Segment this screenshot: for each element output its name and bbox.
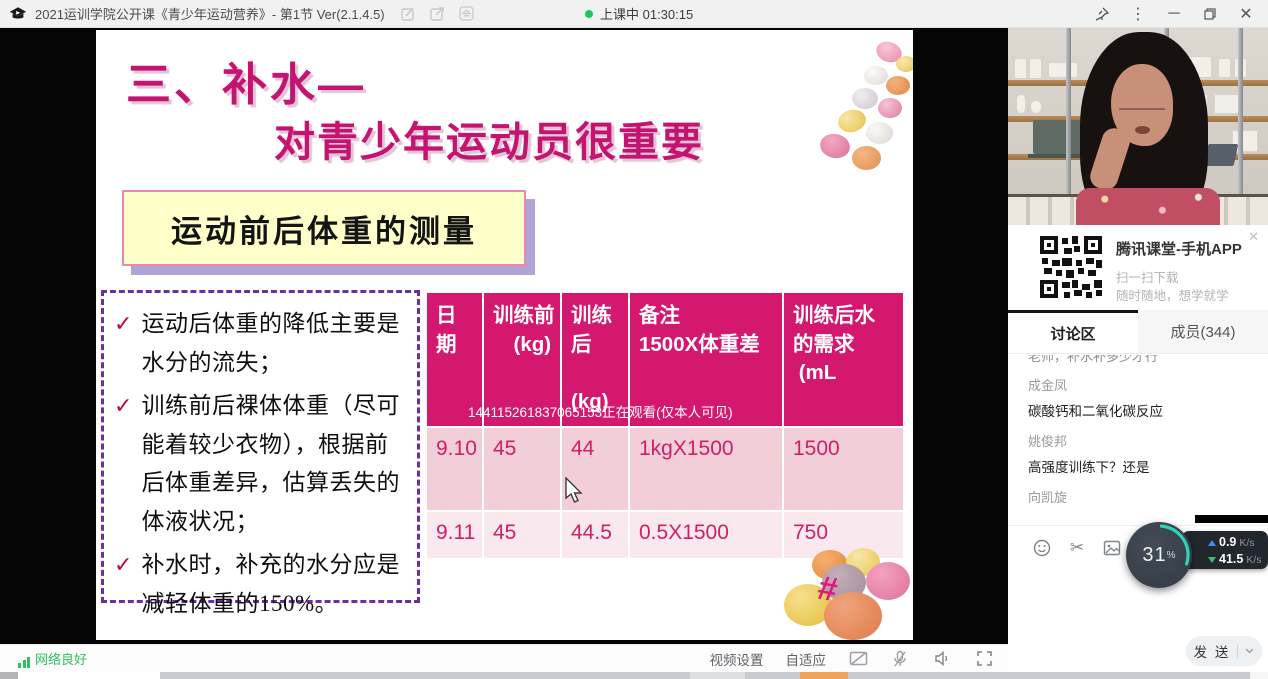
weight-table: 日 期 训练前 (kg) 训练后 (kg) 备注 1500X体重差 训练后水 的… xyxy=(427,293,903,558)
mic-off-icon[interactable] xyxy=(890,650,910,668)
viewer-watermark: 144115261837065153正在观看(仅本人可见) xyxy=(468,401,733,421)
speaker-icon[interactable] xyxy=(932,650,952,668)
bullet-item: ✓ 训练前后裸体体重（尽可能着较少衣物），根据前后体重差异，估算丢失的体液状况； xyxy=(114,387,409,541)
table-cell: 0.5X1500 xyxy=(630,512,782,558)
menu-icon[interactable]: ⋮ xyxy=(1124,2,1152,26)
close-icon[interactable]: ✕ xyxy=(1232,2,1260,26)
clipped-message: 老师，补水补多少才行 xyxy=(1028,355,1250,364)
candy-eggs-decoration-bottom xyxy=(784,548,913,640)
notes-box: ✓ 运动后体重的降低主要是水分的流失； ✓ 训练前后裸体体重（尽可能着较少衣物）… xyxy=(101,290,420,603)
chat-user-name: 姚俊邦 xyxy=(1028,431,1250,450)
fit-mode-button[interactable]: 自适应 xyxy=(786,649,827,669)
section-heading-text: 运动前后体重的测量 xyxy=(171,206,477,251)
cpu-usage-bubble[interactable]: 31 % xyxy=(1126,522,1192,588)
send-label: 发 送 xyxy=(1194,641,1231,661)
app-promo-panel: ✕ 腾讯课堂-手机APP 扫一扫下载 随时随地， xyxy=(1008,225,1268,310)
chat-message: 姚俊邦 高强度训练下？还是 xyxy=(1028,431,1250,476)
check-icon: ✓ xyxy=(114,305,132,382)
instructor-video[interactable] xyxy=(1008,28,1268,225)
table-cell: 44.5 xyxy=(562,512,628,558)
bullet-item: ✓ 补水时，补充的水分应是减轻体重的150%。 xyxy=(114,546,409,623)
download-speed: 41.5 xyxy=(1219,551,1243,567)
upload-speed: 0.9 xyxy=(1219,534,1236,550)
class-status: 上课中 01:30:15 xyxy=(585,4,693,23)
table-cell: 1kgX1500 xyxy=(630,428,782,510)
tab-members[interactable]: 成员(344) xyxy=(1138,310,1268,353)
mouse-cursor-icon xyxy=(564,477,583,504)
image-icon[interactable] xyxy=(1102,538,1122,558)
bottom-edge-strip xyxy=(0,672,1268,679)
chat-message: 向凯旋 红心火龙果 xyxy=(1028,487,1250,515)
network-icon xyxy=(18,657,30,668)
fullscreen-icon[interactable] xyxy=(974,650,994,668)
chat-user-name: 成金凤 xyxy=(1028,375,1250,394)
chevron-down-icon[interactable] xyxy=(1245,648,1254,654)
check-icon: ✓ xyxy=(114,387,132,541)
candy-eggs-decoration-top xyxy=(768,42,913,177)
sidebar: ✕ 腾讯课堂-手机APP 扫一扫下载 随时随地， xyxy=(1008,28,1268,679)
class-timer: 上课中 01:30:15 xyxy=(600,4,693,23)
presentation-stage: 三、补水— 对青少年运动员很重要 运动前后体重的测量 ✓ xyxy=(0,28,1008,644)
strip-orange-segment xyxy=(800,672,848,679)
app-promo-line1: 扫一扫下载 xyxy=(1116,267,1179,286)
section-heading-box: 运动前后体重的测量 xyxy=(122,190,526,266)
check-icon: ✓ xyxy=(114,546,132,623)
table-cell: 9.10 xyxy=(427,428,482,510)
annotate-icon[interactable] xyxy=(401,6,416,21)
usage-arc-icon xyxy=(1126,522,1192,588)
network-speed-widget[interactable]: 0.9 K/s 41.5 K/s 31 % xyxy=(1126,522,1268,594)
chat-user-name: 向凯旋 xyxy=(1028,487,1250,506)
qr-code xyxy=(1038,234,1104,300)
table-cell: 45 xyxy=(484,512,560,558)
screenshot-scissors-icon[interactable]: ✂ xyxy=(1067,538,1087,558)
emoji-icon[interactable] xyxy=(1032,538,1052,558)
network-status: 网络良好 xyxy=(18,649,87,668)
bullet-text: 训练前后裸体体重（尽可能着较少衣物），根据前后体重差异，估算丢失的体液状况； xyxy=(141,387,409,541)
screen-off-icon[interactable] xyxy=(848,650,868,668)
video-settings-button[interactable]: 视频设置 xyxy=(710,649,764,669)
titlebar: 2021运训学院公开课《青少年运动营养》- 第1节 Ver(2.1.4.5) 上… xyxy=(0,0,1268,28)
bottombar: 网络良好 视频设置 自适应 xyxy=(0,644,1008,672)
home-icon[interactable] xyxy=(459,6,474,21)
close-icon[interactable]: ✕ xyxy=(1248,229,1259,245)
slide: 三、补水— 对青少年运动员很重要 运动前后体重的测量 ✓ xyxy=(96,30,913,640)
send-button[interactable]: 发 送 xyxy=(1186,636,1262,666)
network-status-text: 网络良好 xyxy=(35,649,87,668)
chat-message-text: 碳酸钙和二氧化碳反应 xyxy=(1028,400,1250,420)
tab-discussion[interactable]: 讨论区 xyxy=(1008,310,1138,353)
classroom-logo-icon xyxy=(9,6,27,22)
sidebar-tabs: 讨论区 成员(344) xyxy=(1008,310,1268,354)
table-cell: 1500 xyxy=(784,428,903,510)
restore-icon[interactable] xyxy=(1196,2,1224,26)
bullet-text: 补水时，补充的水分应是减轻体重的150%。 xyxy=(141,546,409,623)
down-arrow-icon xyxy=(1208,557,1216,563)
bullet-text: 运动后体重的降低主要是水分的流失； xyxy=(141,305,409,382)
instructor-shirt xyxy=(1076,188,1220,225)
table-cell: 45 xyxy=(484,428,560,510)
chat-message-text: 高强度训练下？还是 xyxy=(1028,456,1250,476)
slide-title-line2: 对青少年运动员很重要 xyxy=(274,108,704,168)
col-header: 训练后水 的需求 (mL xyxy=(784,293,903,426)
classroom-window: 2021运训学院公开课《青少年运动营养》- 第1节 Ver(2.1.4.5) 上… xyxy=(0,0,1268,679)
window-title: 2021运训学院公开课《青少年运动营养》- 第1节 Ver(2.1.4.5) xyxy=(35,4,385,23)
live-dot-icon xyxy=(585,10,593,18)
up-arrow-icon xyxy=(1208,540,1216,546)
app-promo-line2: 随时随地，想学就学 xyxy=(1116,285,1229,304)
minimize-icon[interactable]: ─ xyxy=(1160,2,1188,26)
pin-icon[interactable] xyxy=(1088,2,1116,26)
bullet-item: ✓ 运动后体重的降低主要是水分的流失； xyxy=(114,305,409,382)
slide-title-line1: 三、补水— xyxy=(126,48,366,113)
chat-message: 成金凤 碳酸钙和二氧化碳反应 xyxy=(1028,375,1250,420)
share-icon[interactable] xyxy=(430,6,445,21)
app-promo-title: 腾讯课堂-手机APP xyxy=(1116,238,1242,259)
speed-pill: 0.9 K/s 41.5 K/s xyxy=(1182,531,1268,569)
send-divider xyxy=(1237,644,1238,658)
chat-list[interactable]: 老师，补水补多少才行 成金凤 碳酸钙和二氧化碳反应 姚俊邦 高强度训练下？还是 … xyxy=(1008,355,1268,515)
table-cell: 9.11 xyxy=(427,512,482,558)
